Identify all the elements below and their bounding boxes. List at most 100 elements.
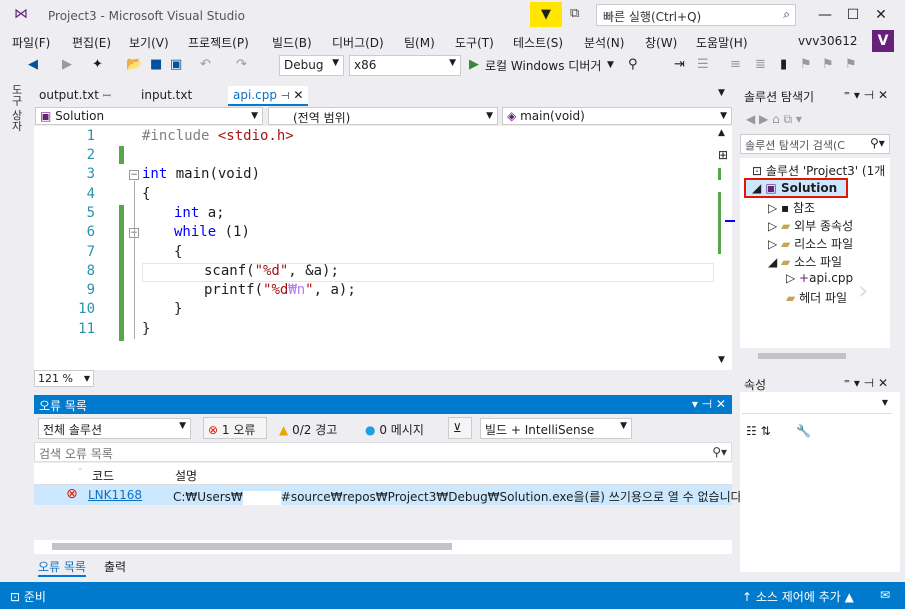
- save-icon[interactable]: ■: [150, 57, 162, 72]
- run-dropdown-icon[interactable]: ▼: [607, 60, 614, 70]
- feedback-icon[interactable]: ⧉: [570, 6, 579, 21]
- code-line-8: scanf("%d", &a);: [204, 263, 339, 279]
- add-source-control-button[interactable]: ↑ 소스 제어에 추가 ▲: [742, 588, 854, 605]
- toggle-icon[interactable]: ⇥: [674, 57, 685, 72]
- scope-dropdown[interactable]: (전역 범위) ▼: [268, 107, 498, 125]
- minimize-button[interactable]: —: [810, 4, 840, 26]
- panel-controls[interactable]: ⁼ ▾ ⊣ ✕: [844, 88, 888, 102]
- start-debugging-button[interactable]: 로컬 Windows 디버거: [485, 57, 601, 74]
- new-project-icon[interactable]: ✦: [92, 57, 103, 72]
- search-icon: ⚲▾: [712, 445, 727, 459]
- collapse-toggle[interactable]: −: [129, 170, 139, 180]
- close-button[interactable]: ✕: [866, 4, 896, 26]
- back-icon[interactable]: ◀: [28, 57, 38, 72]
- scroll-down-icon[interactable]: ▼: [718, 355, 725, 365]
- menu-edit[interactable]: 편집(E): [72, 34, 111, 51]
- maximize-button[interactable]: ☐: [838, 4, 868, 26]
- menu-project[interactable]: 프로젝트(P): [188, 34, 249, 51]
- menu-team[interactable]: 팀(M): [404, 34, 435, 51]
- redo-icon[interactable]: ↷: [236, 57, 247, 72]
- code-line-4: {: [142, 186, 151, 202]
- notifications-icon[interactable]: ✉: [880, 588, 890, 602]
- menu-window[interactable]: 창(W): [645, 34, 677, 51]
- folder-icon: ▰: [781, 219, 791, 233]
- tab-overflow-icon[interactable]: ▼: [718, 88, 725, 98]
- sort-icon[interactable]: ⁼: [78, 466, 82, 475]
- tree-item-external-deps[interactable]: ▷ ▰ 외부 종속성: [768, 217, 853, 234]
- tree-item-source-files[interactable]: ◢ ▰ 소스 파일: [768, 253, 842, 270]
- code-editor[interactable]: [34, 126, 732, 370]
- account-name[interactable]: vvv30612: [798, 34, 857, 48]
- next-bookmark-icon[interactable]: ⚑: [822, 57, 834, 72]
- tree-item-references[interactable]: ▷ ▪ 참조: [768, 199, 815, 216]
- start-debugging-icon[interactable]: ▶: [469, 57, 479, 72]
- close-tab-icon[interactable]: ✕: [293, 88, 303, 102]
- tab-api-cpp[interactable]: api.cpp ⊣ ✕: [228, 86, 309, 106]
- tab-input-txt[interactable]: input.txt: [136, 86, 197, 106]
- chevron-right-icon[interactable]: ›: [858, 276, 868, 306]
- filter-icon[interactable]: ⊻: [448, 417, 472, 439]
- error-search-input[interactable]: 검색 오류 목록 ⚲▾: [34, 442, 732, 462]
- tab-error-list[interactable]: 오류 목록: [38, 558, 86, 577]
- clear-bookmark-icon[interactable]: ⚑: [845, 57, 857, 72]
- format-icon[interactable]: ☰: [697, 57, 709, 72]
- tree-item-project[interactable]: ◢ ▣ Solution: [752, 181, 837, 195]
- project-dropdown[interactable]: ▣ Solution ▼: [35, 107, 263, 125]
- member-dropdown[interactable]: ◈ main(void) ▼: [502, 107, 732, 125]
- solution-search-input[interactable]: 솔루션 탐색기 검색(C: [740, 134, 890, 154]
- code-line-3: int main(void): [142, 166, 261, 182]
- column-code[interactable]: 코드: [92, 467, 114, 484]
- error-scope-dropdown[interactable]: 전체 솔루션 ▼: [38, 418, 191, 439]
- scroll-up-icon[interactable]: ▲: [718, 128, 725, 138]
- menu-debug[interactable]: 디버그(D): [332, 34, 384, 51]
- quick-launch-input[interactable]: 빠른 실행(Ctrl+Q) ⌕: [596, 4, 796, 26]
- menu-test[interactable]: 테스트(S): [513, 34, 563, 51]
- split-icon[interactable]: ⊞: [718, 148, 728, 162]
- find-icon[interactable]: ⚲: [628, 57, 638, 72]
- toolbox-tab[interactable]: 도구 상자: [8, 84, 24, 132]
- tree-item-solution[interactable]: ⊡ 솔루션 'Project3' (1개: [752, 162, 885, 179]
- menu-help[interactable]: 도움말(H): [696, 34, 748, 51]
- error-code-link[interactable]: LNK1168: [88, 488, 142, 502]
- properties-object-dropdown[interactable]: ▼: [742, 394, 892, 414]
- solution-config-dropdown[interactable]: Debug ▼: [279, 55, 344, 76]
- menu-file[interactable]: 파일(F): [12, 34, 50, 51]
- menu-build[interactable]: 빌드(B): [272, 34, 312, 51]
- build-filter-dropdown[interactable]: 빌드 + IntelliSense ▼: [480, 418, 632, 439]
- tree-item-api-cpp[interactable]: ▷ +api.cpp: [786, 271, 853, 285]
- account-badge-icon[interactable]: V: [872, 30, 894, 52]
- tab-output-txt[interactable]: output.txt ꟷ: [34, 86, 116, 106]
- scroll-thumb[interactable]: [52, 543, 452, 550]
- platform-dropdown[interactable]: x86 ▼: [349, 55, 461, 76]
- prev-bookmark-icon[interactable]: ⚑: [800, 57, 812, 72]
- pin-icon[interactable]: ꟷ: [103, 91, 111, 102]
- tab-output[interactable]: 출력: [104, 558, 126, 575]
- zoom-dropdown[interactable]: 121 % ▼: [34, 370, 94, 387]
- bookmark-icon[interactable]: ▮: [780, 57, 787, 72]
- back-icon[interactable]: ◀ ▶ ⌂ ⧉ ▾: [746, 112, 802, 127]
- menu-tools[interactable]: 도구(T): [455, 34, 494, 51]
- error-list-controls[interactable]: ▾ ⊣ ✕: [692, 397, 726, 411]
- wrench-icon[interactable]: 🔧: [796, 424, 811, 438]
- categorized-icon[interactable]: ☷ ⇅: [746, 424, 771, 438]
- open-file-icon[interactable]: 📂: [126, 57, 142, 72]
- forward-icon[interactable]: ▶: [62, 57, 72, 72]
- notification-filter-icon[interactable]: ▼: [530, 2, 562, 27]
- messages-filter-button[interactable]: ● 0 메시지: [360, 417, 440, 439]
- panel-controls[interactable]: ⁼ ▾ ⊣ ✕: [844, 376, 888, 390]
- uncomment-icon[interactable]: ≣: [755, 57, 766, 72]
- editor-horizontal-scrollbar[interactable]: [100, 370, 732, 387]
- scroll-thumb[interactable]: [758, 353, 846, 359]
- tree-item-resource-files[interactable]: ▷ ▰ 리소스 파일: [768, 235, 853, 252]
- menu-analyze[interactable]: 분석(N): [584, 34, 624, 51]
- undo-icon[interactable]: ↶: [200, 57, 211, 72]
- tree-item-header-files[interactable]: ▰ 헤더 파일: [786, 289, 847, 306]
- column-description[interactable]: 설명: [175, 467, 197, 484]
- pin-icon[interactable]: ⊣: [281, 91, 290, 102]
- outline-guide: [134, 181, 135, 339]
- comment-icon[interactable]: ≡: [730, 57, 741, 72]
- warnings-filter-button[interactable]: ▲ 0/2 경고: [274, 417, 352, 439]
- menu-view[interactable]: 보기(V): [129, 34, 169, 51]
- save-all-icon[interactable]: ▣: [170, 57, 182, 72]
- errors-filter-button[interactable]: ⊗ 1 오류: [203, 417, 267, 439]
